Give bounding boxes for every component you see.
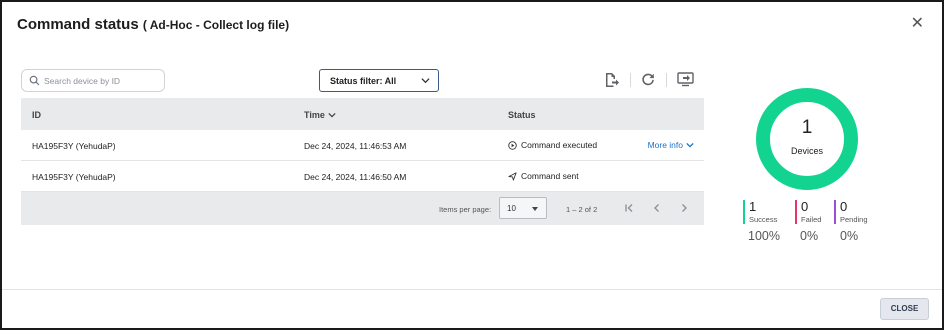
chevron-down-icon — [421, 78, 430, 84]
refresh-icon[interactable] — [641, 72, 655, 87]
caret-down-icon — [532, 207, 538, 211]
export-icon[interactable] — [604, 72, 619, 88]
failed-label: Failed — [801, 215, 822, 224]
table-header: ID Time Status — [21, 98, 704, 130]
more-info-link[interactable]: More info — [648, 140, 694, 150]
devices-donut-chart: 1 Devices — [755, 87, 859, 191]
column-header-time-label: Time — [304, 110, 325, 120]
send-icon — [508, 171, 517, 181]
pending-percent: 0% — [840, 229, 859, 243]
dialog-subtitle: ( Ad-Hoc - Collect log file) — [142, 18, 290, 32]
toolbar-divider — [666, 73, 667, 87]
success-percent: 100% — [748, 229, 780, 243]
remote-screen-icon[interactable] — [677, 72, 694, 87]
command-status-table: ID Time Status HA195F3Y (YehudaP) Dec 24… — [21, 98, 704, 225]
dialog-title: Command status ( Ad-Hoc - Collect log fi… — [17, 16, 289, 33]
items-per-page-value: 10 — [507, 204, 516, 213]
column-header-time[interactable]: Time — [304, 110, 336, 120]
status-cell: Command executed — [508, 140, 597, 150]
search-icon — [29, 75, 40, 86]
status-filter-label: Status filter: All — [330, 76, 397, 86]
chevron-down-icon — [686, 142, 694, 148]
next-page-icon[interactable] — [679, 203, 689, 213]
toolbar-divider — [630, 73, 631, 87]
device-id-cell: HA195F3Y (YehudaP) — [32, 172, 116, 182]
time-cell: Dec 24, 2024, 11:46:50 AM — [304, 172, 407, 182]
close-icon[interactable]: ✕ — [911, 16, 924, 32]
pagination-range: 1 – 2 of 2 — [566, 205, 598, 214]
time-cell: Dec 24, 2024, 11:46:53 AM — [304, 141, 407, 151]
more-info-label: More info — [647, 140, 683, 150]
failed-count: 0 — [801, 199, 809, 214]
command-status-dialog: Command status ( Ad-Hoc - Collect log fi… — [0, 0, 944, 330]
devices-label: Devices — [790, 146, 823, 156]
footer-divider — [2, 289, 942, 290]
items-per-page-select[interactable]: 10 — [499, 197, 547, 219]
pending-color-bar — [834, 200, 836, 224]
donut-ring — [756, 88, 858, 190]
status-filter-dropdown[interactable]: Status filter: All — [319, 69, 439, 92]
previous-page-icon[interactable] — [652, 203, 662, 213]
column-header-status[interactable]: Status — [508, 110, 536, 120]
success-label: Success — [749, 215, 778, 224]
pending-label: Pending — [840, 215, 868, 224]
column-header-id[interactable]: ID — [32, 110, 41, 120]
pagination-bar: Items per page: 10 1 – 2 of 2 — [21, 192, 704, 225]
device-id-cell: HA195F3Y (YehudaP) — [32, 141, 116, 151]
play-circle-icon — [508, 140, 517, 150]
close-button[interactable]: CLOSE — [880, 298, 929, 320]
search-input[interactable] — [44, 72, 159, 89]
failed-color-bar — [795, 200, 797, 224]
status-cell: Command sent — [508, 171, 579, 181]
failed-percent: 0% — [800, 229, 819, 243]
status-text: Command sent — [521, 171, 579, 181]
status-text: Command executed — [521, 140, 598, 150]
search-box[interactable] — [21, 69, 165, 92]
dialog-title-text: Command status — [17, 16, 139, 33]
first-page-icon[interactable] — [624, 203, 634, 213]
success-color-bar — [743, 200, 745, 224]
devices-total: 1 — [801, 117, 813, 138]
pending-count: 0 — [840, 199, 848, 214]
items-per-page-label: Items per page: — [439, 205, 492, 214]
table-row[interactable]: HA195F3Y (YehudaP) Dec 24, 2024, 11:46:5… — [21, 130, 704, 161]
sort-chevron-down-icon — [328, 112, 336, 118]
success-count: 1 — [749, 199, 757, 214]
table-row[interactable]: HA195F3Y (YehudaP) Dec 24, 2024, 11:46:5… — [21, 161, 704, 192]
